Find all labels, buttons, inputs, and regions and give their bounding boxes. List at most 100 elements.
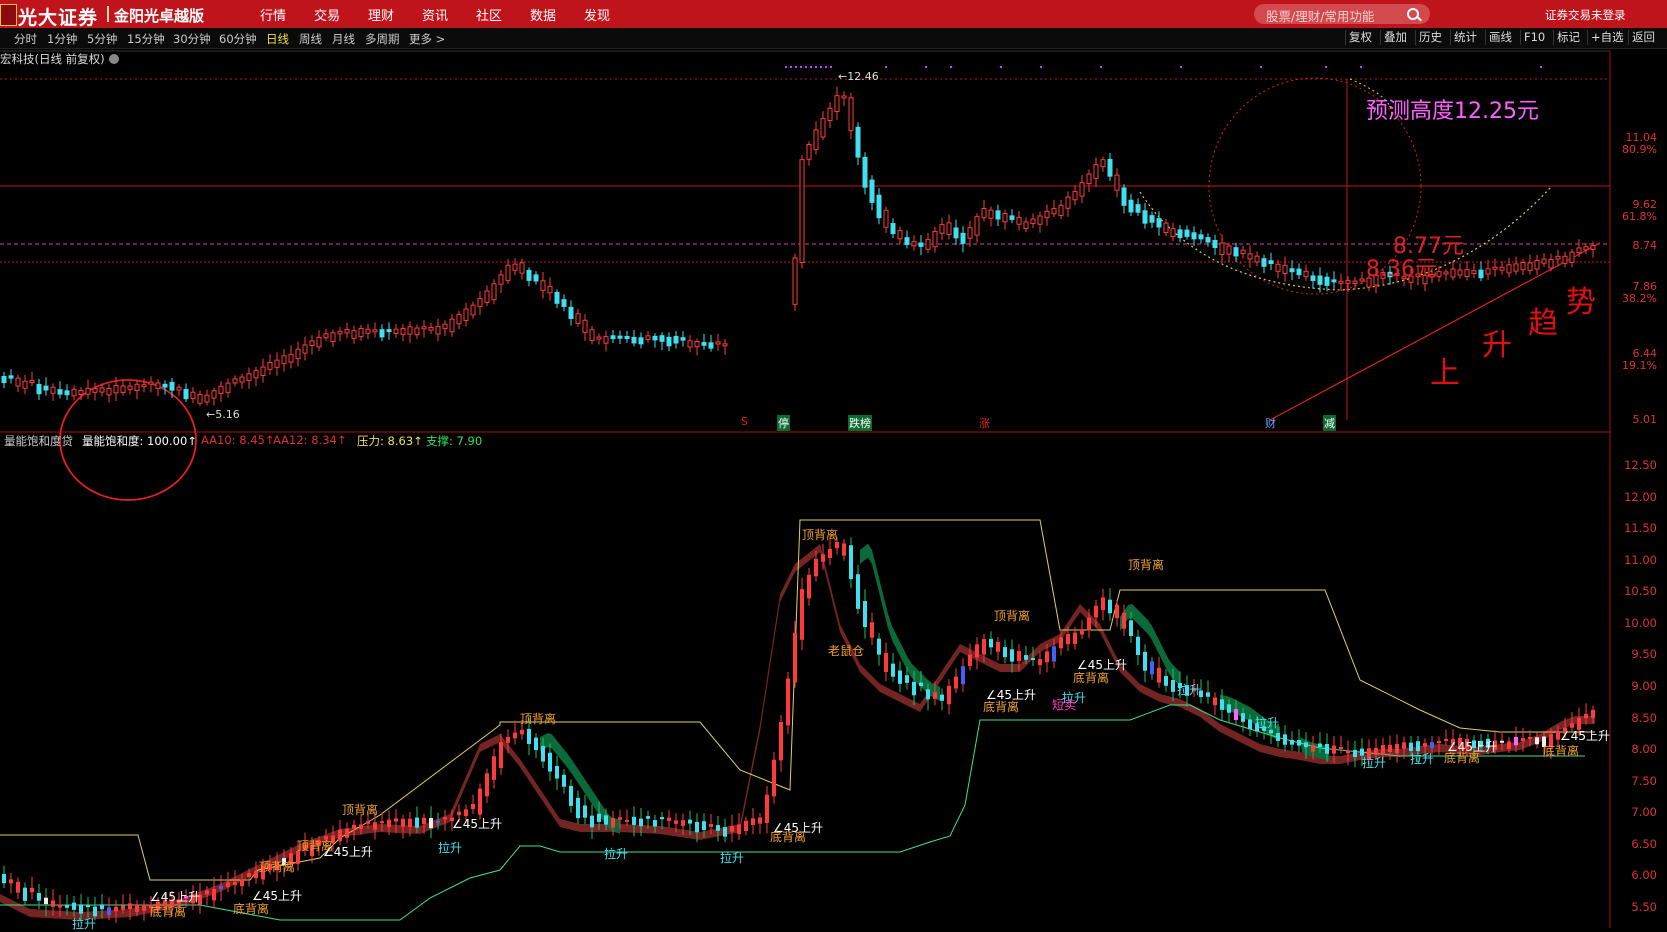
signal-top-divergence: 顶背离 bbox=[342, 803, 379, 817]
menu-item-community[interactable]: 社区 bbox=[476, 5, 502, 24]
event-marker[interactable]: 减 bbox=[1323, 415, 1336, 431]
indicator-axis-label: 11.50 bbox=[1624, 521, 1657, 535]
stats-button[interactable]: 统计 bbox=[1450, 30, 1477, 45]
period-30min[interactable]: 30分钟 bbox=[173, 31, 211, 47]
forecast-annotation: 预测高度12.25元 bbox=[1366, 99, 1539, 124]
price-axis-label: 5.01 bbox=[1632, 413, 1658, 426]
low-price-label: ←5.16 bbox=[206, 408, 240, 421]
signal-pull-up: 拉升 bbox=[1410, 752, 1435, 766]
indicator-pressure: 压力: 8.63↑ bbox=[357, 434, 423, 448]
kline-chart[interactable] bbox=[0, 0, 1667, 928]
event-marker[interactable]: 停 bbox=[777, 415, 790, 431]
period-1min[interactable]: 1分钟 bbox=[47, 31, 77, 47]
event-marker[interactable]: 跌榜 bbox=[848, 415, 872, 431]
indicator-axis-label: 9.50 bbox=[1631, 647, 1657, 661]
logo-divider bbox=[107, 6, 109, 22]
history-button[interactable]: 历史 bbox=[1415, 30, 1442, 45]
period-60min[interactable]: 60分钟 bbox=[219, 31, 257, 47]
period-multi[interactable]: 多周期 bbox=[365, 31, 400, 47]
signal-pull-up: 拉升 bbox=[1177, 683, 1202, 697]
period-monthly[interactable]: 月线 bbox=[332, 31, 355, 47]
bowl-arc bbox=[1139, 185, 1553, 291]
period-toolbar: 分时 1分钟 5分钟 15分钟 30分钟 60分钟 日线 周线 月线 多周期 更… bbox=[0, 28, 1667, 49]
trend-char: 上 bbox=[1430, 356, 1460, 391]
indicator-axis-label: 7.00 bbox=[1631, 805, 1657, 819]
indicator-axis-label: 8.50 bbox=[1631, 711, 1657, 725]
event-marker[interactable]: S bbox=[740, 415, 749, 428]
indicator-axis-label: 10.00 bbox=[1624, 616, 1657, 630]
indicator-bands bbox=[0, 519, 1595, 921]
search-placeholder: 股票/理财/常用功能 bbox=[1266, 9, 1375, 24]
indicator-axis-label: 6.00 bbox=[1631, 868, 1657, 882]
signal-pull-up: 拉升 bbox=[1255, 716, 1280, 730]
menu-item-news[interactable]: 资讯 bbox=[422, 5, 448, 24]
indicator-axis-label: 9.00 bbox=[1631, 679, 1657, 693]
indicator-support: 支撑: 7.90 bbox=[426, 434, 483, 448]
indicator-axis-label: 11.00 bbox=[1624, 553, 1657, 567]
signal-bottom-divergence: 底背离 bbox=[770, 830, 807, 844]
top-menu-bar: 光大证券 金阳光卓越版 行情 交易 理财 资讯 社区 数据 发现 股票/理财/常… bbox=[0, 0, 1667, 29]
signal-rat-warehouse: 老鼠仓 bbox=[828, 644, 865, 658]
event-marker[interactable]: 涨 bbox=[978, 415, 991, 431]
indicator-axis-label: 5.50 bbox=[1631, 900, 1657, 914]
menu-item-data[interactable]: 数据 bbox=[530, 5, 556, 24]
signal-top-divergence: 顶背离 bbox=[802, 528, 839, 542]
search-input[interactable]: 股票/理财/常用功能 bbox=[1254, 4, 1430, 24]
period-daily[interactable]: 日线 bbox=[266, 31, 289, 47]
indicator-saturation: 量能饱和度: 100.00↑ bbox=[82, 434, 197, 448]
signal-bottom-divergence: 底背离 bbox=[983, 700, 1020, 714]
menu-item-market[interactable]: 行情 bbox=[260, 5, 286, 24]
signal-pull-up: 拉升 bbox=[1362, 756, 1387, 770]
period-weekly[interactable]: 周线 bbox=[299, 31, 322, 47]
signal-top-divergence: 顶背离 bbox=[520, 712, 557, 726]
trend-char: 升 bbox=[1482, 328, 1512, 363]
signal-pull-up: 拉升 bbox=[438, 841, 463, 855]
event-marker[interactable]: 财 bbox=[1264, 415, 1277, 431]
signal-rise45: ∠45上升 bbox=[323, 845, 374, 859]
period-intraday[interactable]: 分时 bbox=[14, 31, 37, 47]
price-axis-pct: 61.8% bbox=[1622, 210, 1657, 223]
indicator-candles bbox=[2, 537, 1595, 924]
high-price-label: ←12.46 bbox=[838, 70, 879, 83]
trend-char: 势 bbox=[1566, 285, 1596, 320]
app-edition: 金阳光卓越版 bbox=[114, 7, 205, 25]
add-watchlist-button[interactable]: +自选 bbox=[1587, 30, 1624, 45]
adjust-button[interactable]: 复权 bbox=[1345, 30, 1372, 45]
mark-button[interactable]: 标记 bbox=[1553, 30, 1580, 45]
signal-pull-up: 拉升 bbox=[720, 851, 745, 865]
signal-dots bbox=[785, 66, 1542, 68]
back-button[interactable]: 返回 bbox=[1628, 30, 1655, 45]
stock-title-text: 宏科技(日线 前复权) bbox=[0, 52, 105, 66]
price-axis-pct: 80.9% bbox=[1622, 143, 1657, 156]
indicator-axis-label: 6.50 bbox=[1631, 837, 1657, 851]
price-axis-pct: 38.2% bbox=[1622, 292, 1657, 305]
period-5min[interactable]: 5分钟 bbox=[87, 31, 117, 47]
search-icon[interactable] bbox=[1407, 8, 1419, 20]
indicator-axis-label: 12.00 bbox=[1624, 490, 1657, 504]
draw-line-button[interactable]: 画线 bbox=[1485, 30, 1512, 45]
menu-item-trade[interactable]: 交易 bbox=[314, 5, 340, 24]
menu-item-finance[interactable]: 理财 bbox=[368, 5, 394, 24]
price-axis-label: 8.74 bbox=[1632, 239, 1658, 252]
info-icon[interactable] bbox=[108, 54, 119, 64]
signal-bottom-divergence: 底背离 bbox=[1444, 751, 1481, 765]
indicator-axis-label: 8.00 bbox=[1631, 742, 1657, 756]
signal-top-divergence: 顶背离 bbox=[994, 609, 1031, 623]
price-candles bbox=[1, 86, 1596, 407]
price-axis-pct: 19.1% bbox=[1622, 359, 1657, 372]
indicator-axis-label: 10.50 bbox=[1624, 584, 1657, 598]
indicator-axis-label: 12.50 bbox=[1624, 458, 1657, 472]
signal-pull-up: 拉升 bbox=[604, 847, 629, 861]
period-15min[interactable]: 15分钟 bbox=[127, 31, 165, 47]
f10-button[interactable]: F10 bbox=[1520, 30, 1545, 45]
signal-bottom-divergence: 底背离 bbox=[233, 902, 270, 916]
stock-title: 宏科技(日线 前复权) bbox=[0, 51, 119, 67]
app-logo: 光大证券 bbox=[18, 7, 99, 29]
indicator-name[interactable]: 量能饱和度贷 bbox=[4, 433, 73, 449]
period-more[interactable]: 更多 > bbox=[409, 31, 445, 47]
signal-rise45: ∠45上升 bbox=[452, 817, 503, 831]
login-status[interactable]: 证券交易未登录 bbox=[1545, 7, 1626, 23]
menu-item-discover[interactable]: 发现 bbox=[584, 5, 610, 24]
overlay-button[interactable]: 叠加 bbox=[1380, 30, 1407, 45]
app-logo-icon bbox=[0, 4, 17, 26]
